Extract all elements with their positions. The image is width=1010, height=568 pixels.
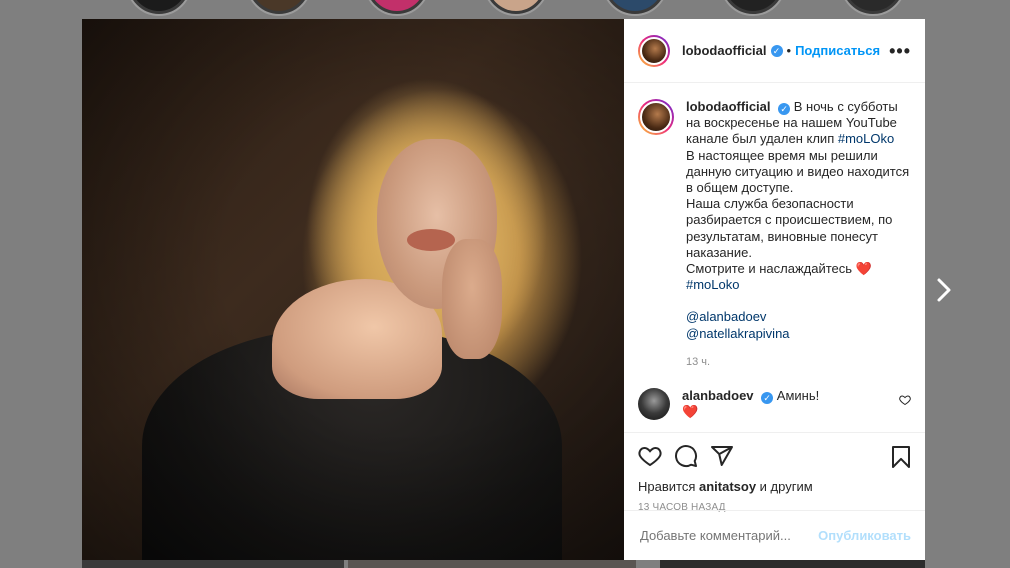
post-sidebar: lobodaofficial ✓ • Подписаться ••• lobod…	[624, 19, 925, 560]
caption-author-avatar[interactable]	[638, 99, 674, 135]
mention-link[interactable]: @natellakrapivina	[686, 326, 790, 341]
caption-line: Наша служба безопасности разбирается с п…	[686, 196, 893, 260]
story-avatar	[602, 0, 668, 16]
story-avatar	[840, 0, 906, 16]
author-username[interactable]: lobodaofficial	[682, 43, 767, 58]
chevron-right-icon[interactable]	[934, 276, 954, 304]
comment-item: alanbadoev ✓ Аминь! ❤️	[638, 388, 911, 421]
verified-icon: ✓	[770, 44, 783, 57]
action-icons	[638, 441, 911, 471]
mention-link[interactable]: @alanbadoev	[686, 309, 766, 324]
heart-icon[interactable]	[638, 444, 662, 468]
feed-thumbnail	[82, 560, 344, 568]
caption-text: lobodaofficial ✓ В ночь с субботы на вос…	[686, 99, 911, 370]
commenter-username[interactable]: alanbadoev	[682, 388, 754, 403]
post-header: lobodaofficial ✓ • Подписаться •••	[624, 19, 925, 83]
caption-username[interactable]: lobodaofficial	[686, 99, 771, 114]
post-photo[interactable]	[82, 19, 624, 560]
stories-strip-background	[0, 0, 1010, 20]
hashtag-link[interactable]: #moLOko	[838, 131, 894, 146]
add-comment-bar: Опубликовать	[624, 510, 925, 560]
comment-text: alanbadoev ✓ Аминь! ❤️	[682, 388, 819, 420]
heart-emoji: ❤️	[855, 261, 872, 277]
caption-line: Смотрите и наслаждайтесь	[686, 261, 856, 277]
follow-button[interactable]: Подписаться	[795, 43, 880, 58]
caption-block: lobodaofficial ✓ В ночь с субботы на вос…	[638, 99, 911, 370]
comments-area: lobodaofficial ✓ В ночь с субботы на вос…	[624, 83, 925, 432]
share-icon[interactable]	[710, 444, 734, 468]
comment-like-icon[interactable]	[899, 394, 911, 409]
publish-button[interactable]: Опубликовать	[818, 528, 911, 543]
likes-suffix[interactable]: и другим	[756, 479, 813, 494]
verified-icon: ✓	[761, 392, 774, 405]
post-actions: Нравится anitatsoy и другим 13 ЧАСОВ НАЗ…	[624, 432, 925, 560]
hashtag-link[interactable]: #moLoko	[686, 277, 739, 292]
caption-line: В настоящее время мы решили данную ситуа…	[686, 147, 910, 196]
likes-line: Нравится anitatsoy и другим	[638, 479, 911, 494]
feed-thumbnail	[660, 560, 925, 568]
story-avatar	[483, 0, 549, 16]
commenter-avatar[interactable]	[638, 388, 670, 421]
story-avatar	[364, 0, 430, 16]
photo-detail	[82, 19, 624, 560]
caption-time[interactable]: 13 ч.	[686, 354, 911, 370]
post-modal: lobodaofficial ✓ • Подписаться ••• lobod…	[82, 19, 925, 560]
separator-dot: •	[786, 43, 792, 58]
story-avatar	[720, 0, 786, 16]
feed-thumbnail	[348, 560, 636, 568]
comment-input[interactable]	[638, 527, 819, 544]
comment-emoji: ❤️	[682, 404, 699, 420]
verified-icon: ✓	[778, 103, 791, 115]
author-avatar[interactable]	[638, 34, 670, 67]
likes-user[interactable]: anitatsoy	[699, 479, 756, 494]
comment-body: Аминь!	[776, 388, 820, 404]
story-avatar	[126, 0, 192, 16]
comment-icon[interactable]	[674, 444, 698, 468]
bookmark-icon[interactable]	[889, 445, 913, 469]
likes-prefix: Нравится	[638, 479, 699, 494]
story-avatar	[246, 0, 312, 16]
more-options-icon[interactable]: •••	[889, 41, 911, 62]
